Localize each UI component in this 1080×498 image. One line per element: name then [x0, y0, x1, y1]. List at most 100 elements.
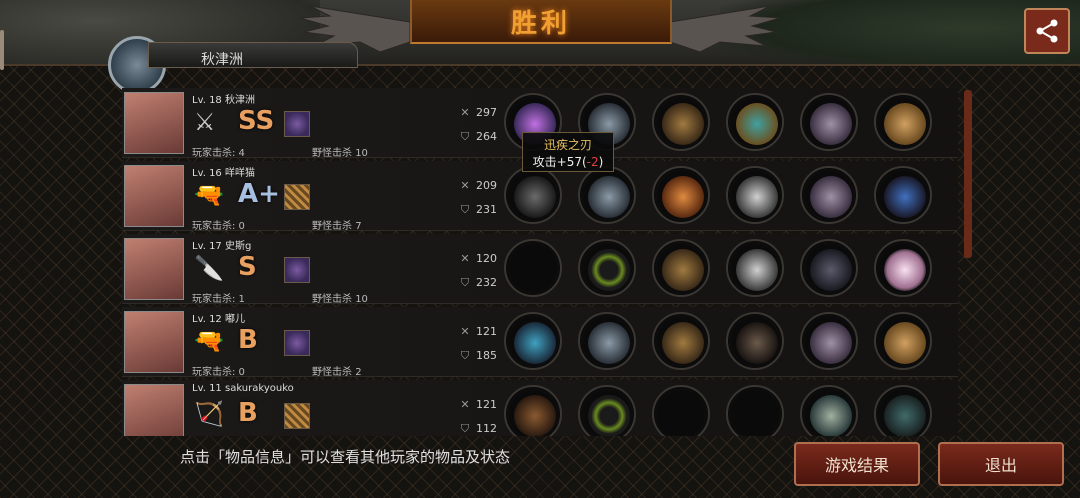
tooltip-item-name: 迅疾之刃	[543, 138, 592, 152]
item-slot[interactable]	[578, 312, 636, 370]
shoes-item-icon	[810, 395, 852, 436]
share-icon	[1036, 19, 1058, 43]
left-edge-handle	[0, 30, 4, 70]
item-slot[interactable]	[578, 166, 636, 224]
item-slot[interactable]	[800, 312, 858, 370]
pistol-item-icon	[514, 176, 556, 218]
player-row[interactable]: Lv. 17 史斯g 🔪 S 玩家击杀: 1 野怪击杀 10 ✕ 120 ⛉ 232	[122, 234, 958, 305]
empty-slot	[736, 395, 778, 436]
item-slot[interactable]	[800, 385, 858, 436]
item-slot[interactable]	[726, 166, 784, 224]
attack-icon: ✕	[460, 397, 470, 411]
pistol-icon: 🔫	[194, 327, 224, 355]
player-level-name: Lv. 11 sakurakyouko	[192, 383, 294, 394]
player-avatar[interactable]	[124, 92, 184, 154]
victory-title: 胜利	[510, 8, 571, 39]
attack-stat: ✕ 121	[458, 398, 497, 411]
defense-stat: ⛉ 232	[458, 276, 497, 289]
item-slot[interactable]	[652, 166, 710, 224]
item-slot[interactable]	[578, 385, 636, 436]
player-avatar[interactable]	[124, 311, 184, 373]
item-slot[interactable]	[652, 239, 710, 297]
sword-icon: ⚔	[194, 108, 216, 136]
attack-icon: ✕	[460, 105, 470, 119]
buff-icon	[284, 257, 310, 283]
item-slot[interactable]	[652, 385, 710, 436]
item-slot[interactable]	[874, 312, 932, 370]
current-player-tab: 秋津洲	[108, 36, 358, 94]
item-slot[interactable]	[504, 166, 562, 224]
item-slot[interactable]	[874, 166, 932, 224]
attack-icon: ✕	[460, 324, 470, 338]
buff-icon	[284, 184, 310, 210]
player-name: 秋津洲	[201, 52, 243, 68]
item-slot[interactable]	[652, 93, 710, 151]
player-row[interactable]: Lv. 12 嘟儿 🔫 B 玩家击杀: 0 野怪击杀 2 ✕ 121 ⛉ 185	[122, 307, 958, 378]
player-level-name: Lv. 17 史斯g	[192, 241, 252, 252]
game-result-button[interactable]: 游戏结果	[794, 442, 920, 486]
shield-icon: ⛉	[460, 348, 470, 362]
item-slot[interactable]	[578, 239, 636, 297]
item-tooltip: 迅疾之刃 攻击+57(-2)	[522, 132, 614, 172]
monster-kills: 野怪击杀 10	[312, 148, 368, 159]
monster-kills: 野怪击杀 7	[312, 221, 362, 232]
attack-stat: ✕ 120	[458, 252, 497, 265]
scarf-item-icon	[662, 176, 704, 218]
item-slot[interactable]	[504, 312, 562, 370]
victory-banner: 胜利	[410, 0, 672, 44]
hint-text: 点击「物品信息」可以查看其他玩家的物品及状态	[180, 448, 511, 466]
crossbow-item-icon	[514, 395, 556, 436]
exit-button[interactable]: 退出	[938, 442, 1064, 486]
bracer-item-icon	[736, 322, 778, 364]
empty-slot	[514, 249, 556, 291]
right-wing-ornament	[670, 5, 780, 53]
shield-icon: ⛉	[460, 202, 470, 216]
attack-stat: ✕ 209	[458, 179, 497, 192]
item-slot[interactable]	[652, 312, 710, 370]
rank-badge: A+	[238, 179, 280, 209]
scope-item-icon	[884, 395, 926, 436]
amulet-item-icon	[884, 176, 926, 218]
player-avatar[interactable]	[124, 165, 184, 227]
shield-icon: ⛉	[460, 129, 470, 143]
armor-item-icon	[662, 322, 704, 364]
tooltip-delta: -2	[586, 155, 599, 169]
empty-slot	[662, 395, 704, 436]
item-slot[interactable]	[800, 93, 858, 151]
rank-badge: S	[238, 252, 257, 282]
player-kills: 玩家击杀: 1	[192, 294, 245, 305]
attack-stat: ✕ 121	[458, 325, 497, 338]
player-kills: 玩家击杀: 0	[192, 221, 245, 232]
tooltip-close: )	[598, 155, 604, 169]
player-kills: 玩家击杀: 0	[192, 367, 245, 378]
player-level-name: Lv. 18 秋津洲	[192, 95, 255, 106]
item-slot[interactable]	[874, 239, 932, 297]
item-slot[interactable]	[504, 239, 562, 297]
player-avatar[interactable]	[124, 238, 184, 300]
player-row[interactable]: Lv. 11 sakurakyouko🏹B玩家击杀 ✕121⛉112	[122, 380, 958, 436]
list-scrollbar[interactable]	[964, 90, 972, 258]
item-slot[interactable]	[800, 166, 858, 224]
shield-icon: ⛉	[460, 275, 470, 289]
shield-item-icon	[736, 249, 778, 291]
item-slot[interactable]	[726, 239, 784, 297]
item-slot[interactable]	[726, 93, 784, 151]
belt-item-icon	[736, 103, 778, 145]
defense-stat: ⛉ 264	[458, 130, 497, 143]
item-slot[interactable]	[874, 93, 932, 151]
player-avatar[interactable]	[124, 384, 184, 436]
item-slot[interactable]	[874, 385, 932, 436]
player-kills: 玩家击杀: 4	[192, 148, 245, 159]
laurel-item-icon	[588, 395, 630, 436]
item-slot[interactable]	[726, 312, 784, 370]
item-slot[interactable]	[726, 385, 784, 436]
laurel-item-icon	[588, 249, 630, 291]
item-slot[interactable]	[800, 239, 858, 297]
buff-icon	[284, 330, 310, 356]
item-slot[interactable]	[504, 385, 562, 436]
attack-icon: ✕	[460, 178, 470, 192]
pearl-item-icon	[884, 249, 926, 291]
armor-item-icon	[662, 249, 704, 291]
rank-badge: SS	[238, 106, 275, 136]
share-button[interactable]	[1024, 8, 1070, 54]
